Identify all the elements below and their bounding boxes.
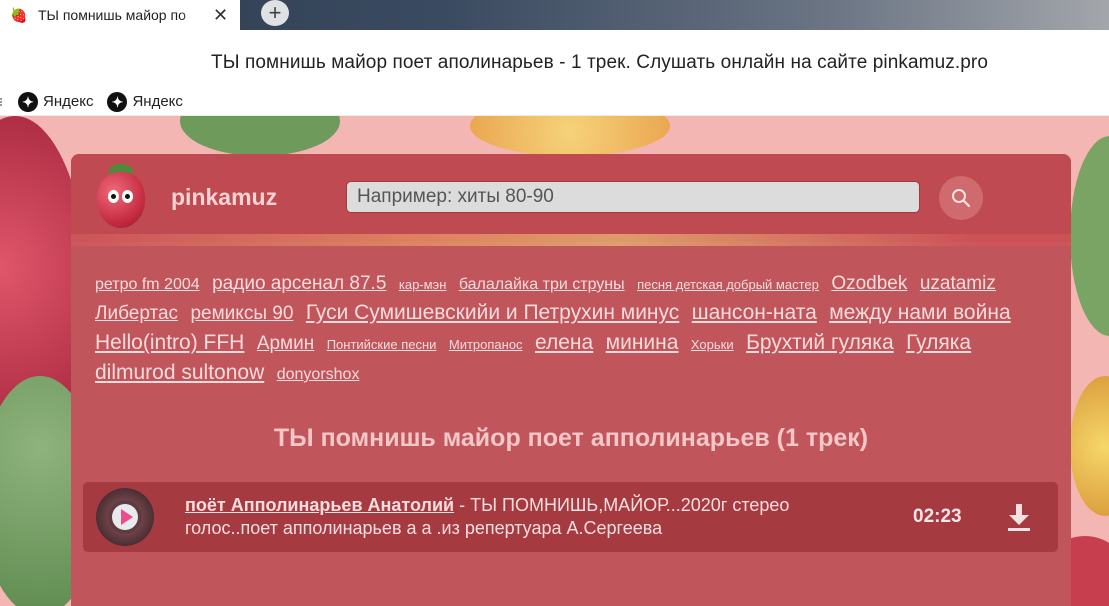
tag-link[interactable]: Понтийские песни [327,337,437,352]
tag-link[interactable]: Ozodbek [831,273,907,294]
bookmark-label: Яндекс [43,93,94,110]
track-duration: 02:23 [913,506,962,527]
search-icon [952,189,971,208]
download-icon [1008,504,1030,531]
play-button[interactable] [112,504,138,530]
raspberry-mascot-icon [97,172,145,228]
track-row: поёт Апполинарьев Анатолий - ТЫ ПОМНИШЬ,… [83,482,1058,552]
tag-link[interactable]: Брухтий гуляка [746,331,894,354]
tag-link[interactable]: елена [535,331,593,354]
yandex-icon: ✦ [18,91,38,112]
bookmarks-bar: ✦ Яндекс ✦ Яндекс [0,88,1109,116]
track-info: поёт Апполинарьев Анатолий - ТЫ ПОМНИШЬ,… [185,494,885,540]
bookmarks-overflow-handle[interactable] [0,97,4,106]
background-leaf-art [1070,136,1109,336]
tag-link[interactable]: Гуси Сумишевскийи и Петрухин минус [306,301,679,324]
browser-tab-bar: 🍓 ТЫ помнишь майор по ✕ + [0,0,1109,30]
track-artist-link[interactable]: поёт Апполинарьев Анатолий [185,495,454,515]
yandex-icon: ✦ [107,91,128,112]
tag-link[interactable]: uzatamiz [920,273,996,294]
site-header: pinkamuz [71,154,1071,242]
tag-cloud: ретро fm 2004 радио арсенал 87.5 кар-мэн… [95,270,1035,389]
bookmark-yandex-2[interactable]: ✦ Яндекс [107,91,183,112]
page-viewport: pinkamuz ретро fm 2004 радио арсенал 87.… [0,116,1109,606]
site-logo[interactable] [95,164,147,228]
tag-link[interactable]: ретро fm 2004 [95,276,200,293]
tag-link[interactable]: ремиксы 90 [190,303,293,324]
page-title: ТЫ помнишь майор поет аполинарьев - 1 тр… [211,52,988,73]
tag-link[interactable]: радио арсенал 87.5 [212,273,386,294]
bookmark-yandex-1[interactable]: ✦ Яндекс [18,91,94,112]
header-decoration [71,234,1071,246]
page-title-bar: ТЫ помнишь майор поет аполинарьев - 1 тр… [0,30,1109,90]
tag-link[interactable]: dilmurod sultonow [95,361,264,384]
tag-link[interactable]: Hello(intro) FFH [95,331,244,354]
results-heading: ТЫ помнишь майор поет апполинарьев (1 тр… [273,424,869,452]
search-button[interactable] [939,176,983,220]
tag-link[interactable]: Армин [257,333,314,354]
track-separator: - [454,495,471,515]
logo-eye [122,190,133,203]
tag-link[interactable]: балалайка три струны [459,276,625,293]
tag-link[interactable]: песня детская добрый мастер [637,277,819,292]
tag-link[interactable]: минина [606,331,679,354]
raspberry-icon: 🍓 [10,7,28,23]
download-button[interactable] [1005,502,1033,532]
logo-eye [108,190,119,203]
tag-link[interactable]: Хорьки [691,337,734,352]
tag-link[interactable]: Либертас [95,303,178,324]
site-card: pinkamuz ретро fm 2004 радио арсенал 87.… [71,154,1071,606]
tag-link[interactable]: donyorshox [277,366,360,383]
background-leaf-art [180,116,340,156]
bookmark-label: Яндекс [132,93,183,110]
tag-link[interactable]: между нами война [829,301,1010,324]
close-icon[interactable]: ✕ [213,4,228,26]
play-icon [120,509,133,525]
tag-link[interactable]: Гуляка [906,331,971,354]
background-fruit-art [1070,376,1109,516]
browser-tab[interactable]: 🍓 ТЫ помнишь майор по ✕ [0,0,240,30]
tag-link[interactable]: шансон-ната [692,301,817,324]
new-tab-button[interactable]: + [261,0,289,26]
tag-link[interactable]: кар-мэн [399,277,447,292]
tab-title: ТЫ помнишь майор по [38,7,186,23]
site-name[interactable]: pinkamuz [171,184,277,211]
search-input[interactable] [346,181,920,213]
background-fruit-art [470,116,670,156]
tag-link[interactable]: Митропанос [449,337,523,352]
vinyl-record-icon [96,488,154,546]
